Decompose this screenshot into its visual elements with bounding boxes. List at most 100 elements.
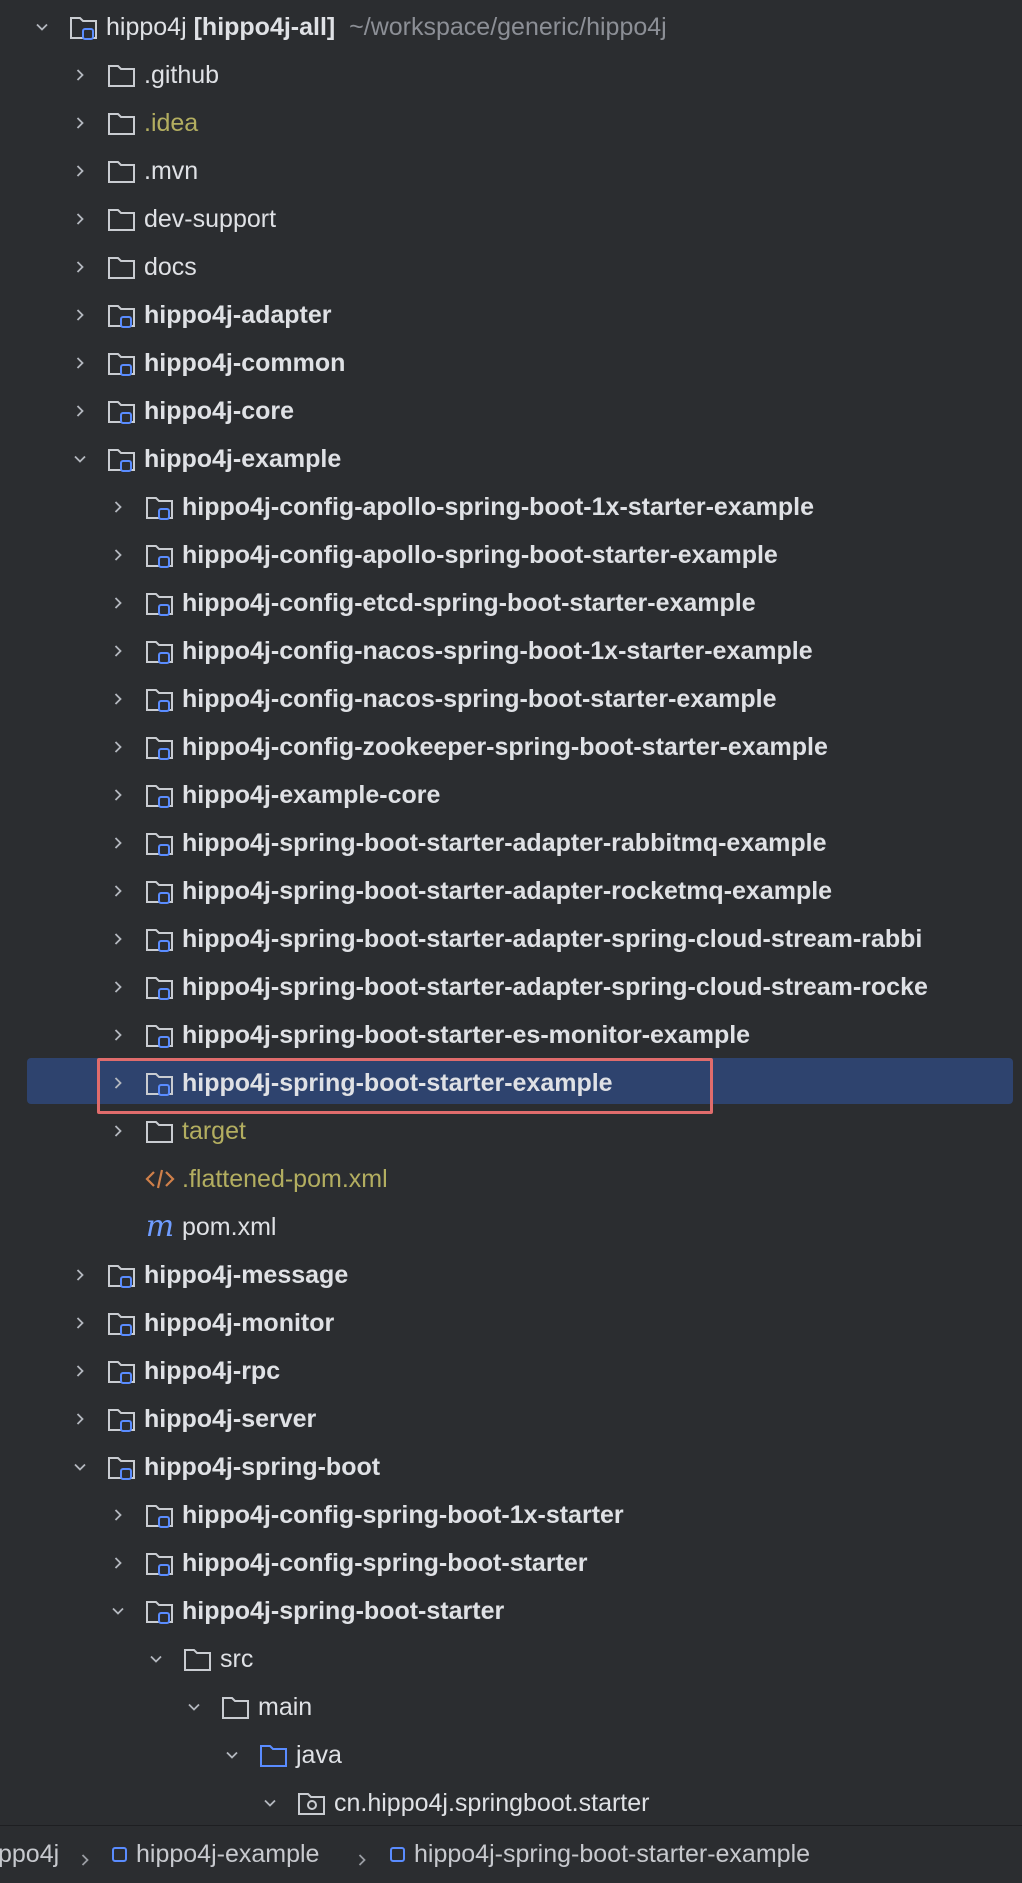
tree-row[interactable]: hippo4j-spring-boot-starter-adapter-rabb… [0,819,1022,867]
tree-item-label: hippo4j-config-spring-boot-starter [182,1549,588,1577]
chevron-right-icon[interactable] [106,1539,130,1587]
chevron-right-icon[interactable] [68,243,92,291]
tree-row[interactable]: hippo4j-config-apollo-spring-boot-1x-sta… [0,483,1022,531]
chevron-right-icon[interactable] [106,819,130,867]
chevron-right-icon[interactable] [106,1107,130,1155]
tree-row[interactable]: hippo4j-config-etcd-spring-boot-starter-… [0,579,1022,627]
tree-row[interactable]: hippo4j-spring-boot [0,1443,1022,1491]
chevron-right-icon[interactable] [68,1395,92,1443]
chevron-right-icon[interactable] [106,1491,130,1539]
chevron-down-icon[interactable] [68,435,92,483]
module-folder-icon [144,923,176,955]
tree-row[interactable]: dev-support [0,195,1022,243]
module-folder-icon [144,1595,176,1627]
tree-row[interactable]: .idea [0,99,1022,147]
module-folder-icon [144,635,176,667]
tree-row[interactable]: hippo4j-message [0,1251,1022,1299]
chevron-right-icon[interactable] [106,1011,130,1059]
tree-row[interactable]: .flattened-pom.xml [0,1155,1022,1203]
tree-item-label: docs [144,253,197,281]
folder-icon [106,59,138,91]
folder-icon [182,1643,214,1675]
chevron-right-icon[interactable] [106,963,130,1011]
tree-row[interactable]: hippo4j-spring-boot-starter-es-monitor-e… [0,1011,1022,1059]
tree-row[interactable]: main [0,1683,1022,1731]
tree-item-label: hippo4j-spring-boot [144,1453,381,1481]
root-path: ~/workspace/generic/hippo4j [349,13,667,41]
tree-row[interactable]: docs [0,243,1022,291]
tree-item-label: cn.hippo4j.springboot.starter [334,1789,650,1817]
tree-row[interactable]: hippo4j-example [0,435,1022,483]
chevron-right-icon[interactable] [68,195,92,243]
tree-row[interactable]: hippo4j-server [0,1395,1022,1443]
chevron-right-icon[interactable] [68,291,92,339]
chevron-down-icon[interactable] [144,1635,168,1683]
module-folder-icon [106,1451,138,1483]
chevron-right-icon[interactable] [106,771,130,819]
tree-row[interactable]: target [0,1107,1022,1155]
tree-item-label: hippo4j-spring-boot-starter-adapter-spri… [182,973,928,1001]
chevron-down-icon[interactable] [258,1779,282,1825]
tree-row[interactable]: m pom.xml [0,1203,1022,1251]
chevron-right-icon[interactable] [68,1251,92,1299]
tree-item-label: hippo4j-spring-boot-starter-adapter-spri… [182,925,923,953]
chevron-down-icon[interactable] [106,1587,130,1635]
tree-row-root[interactable]: hippo4j [hippo4j-all] ~/workspace/generi… [0,3,1022,51]
chevron-right-icon[interactable] [106,915,130,963]
tree-row[interactable]: hippo4j-config-nacos-spring-boot-1x-star… [0,627,1022,675]
tree-row[interactable]: java [0,1731,1022,1779]
chevron-right-icon[interactable] [68,1299,92,1347]
chevron-down-icon[interactable] [30,3,54,51]
tree-row[interactable]: hippo4j-core [0,387,1022,435]
tree-item-label: main [258,1693,313,1721]
chevron-right-icon[interactable] [68,99,92,147]
chevron-right-icon[interactable] [106,531,130,579]
chevron-right-icon[interactable] [106,723,130,771]
tree-row[interactable]: hippo4j-common [0,339,1022,387]
tree-row[interactable]: hippo4j-config-spring-boot-1x-starter [0,1491,1022,1539]
tree-item-label: src [220,1645,254,1673]
chevron-right-icon[interactable] [68,387,92,435]
chevron-right-icon[interactable] [106,867,130,915]
tree-row[interactable]: hippo4j-spring-boot-starter-adapter-spri… [0,915,1022,963]
tree-row[interactable]: hippo4j-config-nacos-spring-boot-starter… [0,675,1022,723]
chevron-down-icon[interactable] [220,1731,244,1779]
chevron-right-icon[interactable] [68,339,92,387]
tree-item-label: hippo4j [hippo4j-all] ~/workspace/generi… [106,3,667,51]
chevron-right-icon[interactable] [68,51,92,99]
chevron-right-icon[interactable] [106,579,130,627]
chevron-down-icon[interactable] [182,1683,206,1731]
tree-row[interactable]: hippo4j-spring-boot-starter-adapter-spri… [0,963,1022,1011]
tree-row[interactable]: cn.hippo4j.springboot.starter [0,1779,1022,1825]
tree-item-label: hippo4j-common [144,349,346,377]
breadcrumb-item[interactable]: hippo4j-spring-boot-starter-example [414,1826,810,1882]
tree-row[interactable]: hippo4j-monitor [0,1299,1022,1347]
tree-row[interactable]: hippo4j-rpc [0,1347,1022,1395]
chevron-right-icon[interactable] [106,675,130,723]
chevron-right-icon[interactable] [68,1347,92,1395]
tree-row[interactable]: hippo4j-example-core [0,771,1022,819]
tree-row[interactable]: hippo4j-adapter [0,291,1022,339]
tree-item-label: target [182,1117,246,1145]
module-folder-icon [144,827,176,859]
chevron-down-icon[interactable] [68,1443,92,1491]
module-folder-icon [106,1307,138,1339]
module-folder-icon [144,1547,176,1579]
tree-row[interactable]: hippo4j-config-zookeeper-spring-boot-sta… [0,723,1022,771]
module-folder-icon [106,299,138,331]
tree-row[interactable]: hippo4j-spring-boot-starter-adapter-rock… [0,867,1022,915]
breadcrumb-item[interactable]: ppo4j [0,1826,59,1882]
xml-file-icon [144,1163,176,1195]
tree-row[interactable]: .mvn [0,147,1022,195]
tree-row[interactable]: src [0,1635,1022,1683]
chevron-right-icon[interactable] [106,627,130,675]
tree-row[interactable]: hippo4j-spring-boot-starter [0,1587,1022,1635]
chevron-right-icon[interactable] [68,147,92,195]
breadcrumb-item[interactable]: hippo4j-example [136,1826,319,1882]
tree-row[interactable]: hippo4j-config-apollo-spring-boot-starte… [0,531,1022,579]
chevron-right-icon[interactable] [106,483,130,531]
module-folder-icon [144,779,176,811]
tree-row[interactable]: hippo4j-config-spring-boot-starter [0,1539,1022,1587]
tree-row[interactable]: .github [0,51,1022,99]
folder-icon [220,1691,252,1723]
